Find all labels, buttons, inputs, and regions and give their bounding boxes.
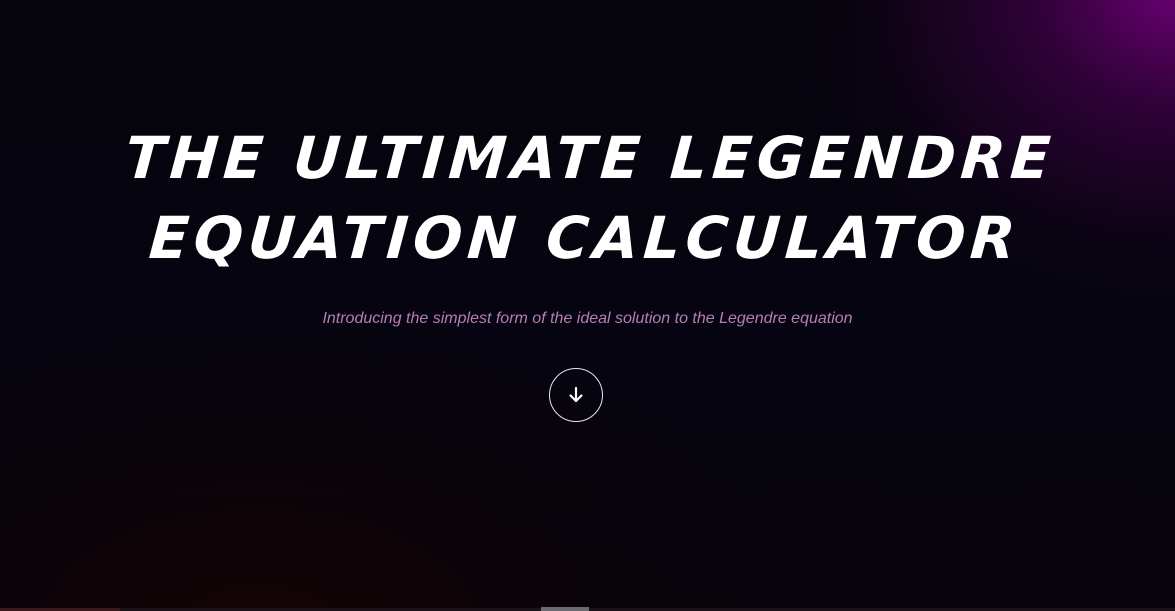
hero-section: THE ULTIMATE LEGENDRE EQUATION CALCULATO…	[0, 0, 1175, 611]
hero-title-line-2: EQUATION CALCULATOR	[146, 204, 1023, 272]
arrow-down-icon	[569, 386, 583, 403]
hero-title: THE ULTIMATE LEGENDRE EQUATION CALCULATO…	[0, 118, 1175, 278]
hero-title-line-1: THE ULTIMATE LEGENDRE	[123, 124, 1058, 192]
scroll-down-button[interactable]	[549, 368, 603, 422]
page-indicator[interactable]	[541, 607, 589, 611]
hero-subtitle: Introducing the simplest form of the ide…	[322, 310, 853, 327]
